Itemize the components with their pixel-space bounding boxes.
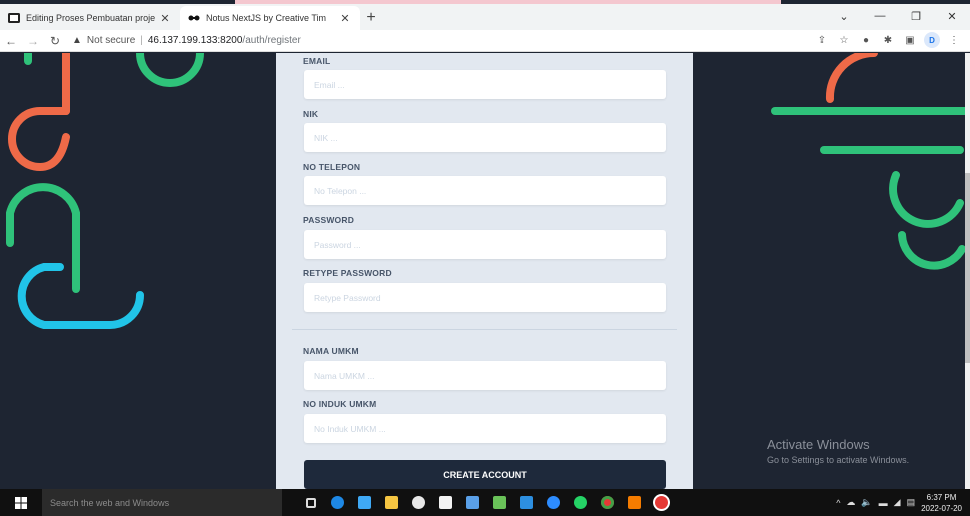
deco-green-left-loop bbox=[6, 183, 80, 293]
page-scrollbar[interactable] bbox=[965, 53, 970, 489]
vscode-icon[interactable] bbox=[513, 489, 540, 516]
deco-orange-right-arc bbox=[825, 53, 878, 103]
extension-icon[interactable]: ● bbox=[858, 32, 874, 48]
new-tab-button[interactable]: + bbox=[360, 6, 382, 30]
task-view-icon[interactable] bbox=[297, 489, 324, 516]
app-blue-icon[interactable] bbox=[459, 489, 486, 516]
activate-title: Activate Windows bbox=[767, 437, 870, 452]
close-tab-icon[interactable]: ✕ bbox=[338, 12, 352, 25]
clock-time: 6:37 PM bbox=[926, 492, 957, 502]
system-tray: ^ ☁ 🔈 ▬ ◢ ▤ 6:37 PM 2022-07-20 bbox=[836, 489, 962, 516]
shopping-bag-icon[interactable] bbox=[432, 489, 459, 516]
page-viewport: EMAIL Email ... NIK NIK ... NO TELEPON N… bbox=[0, 53, 965, 489]
file-explorer-icon[interactable] bbox=[378, 489, 405, 516]
xampp-icon[interactable] bbox=[621, 489, 648, 516]
tab-notus-nextjs[interactable]: Notus NextJS by Creative Tim ✕ bbox=[180, 6, 360, 30]
register-card: EMAIL Email ... NIK NIK ... NO TELEPON N… bbox=[276, 53, 693, 489]
profile-avatar[interactable]: D bbox=[924, 32, 940, 48]
tab-title: Notus NextJS by Creative Tim bbox=[206, 13, 327, 23]
security-label: Not secure bbox=[86, 35, 136, 46]
umkm-id-field[interactable]: No Induk UMKM ... bbox=[304, 414, 666, 443]
section-divider bbox=[292, 329, 677, 330]
retype-password-label: RETYPE PASSWORD bbox=[303, 268, 392, 278]
browser-toolbar: ← → ↻ ▲ Not secure | 46.137.199.133:8200… bbox=[0, 30, 970, 52]
scrollbar-thumb[interactable] bbox=[965, 173, 970, 363]
cloud-icon[interactable]: ☁ bbox=[846, 497, 855, 508]
volume-icon[interactable]: 🔈 bbox=[861, 497, 872, 508]
close-window-icon[interactable]: ✕ bbox=[934, 4, 970, 28]
zoom-icon[interactable] bbox=[540, 489, 567, 516]
notification-icon[interactable]: ▤ bbox=[907, 497, 916, 508]
deco-cyan-left-loop bbox=[17, 263, 144, 329]
bookmark-star-icon[interactable]: ☆ bbox=[836, 32, 852, 48]
windows-taskbar: Search the web and Windows ^ ☁ 🔈 ▬ ◢ ▤ 6… bbox=[0, 489, 970, 516]
toolbar-extensions: ⇪ ☆ ● ✱ ▣ D ⋮ bbox=[814, 32, 962, 48]
tab-title: Editing Proses Pembuatan proje bbox=[26, 13, 156, 23]
clock-date: 2022-07-20 bbox=[921, 503, 962, 513]
paint-icon[interactable] bbox=[405, 489, 432, 516]
tab-editing-proses[interactable]: Editing Proses Pembuatan proje ✕ bbox=[0, 6, 180, 30]
app-green-icon[interactable] bbox=[486, 489, 513, 516]
nik-label: NIK bbox=[303, 109, 319, 119]
nik-field[interactable]: NIK ... bbox=[304, 123, 666, 152]
close-tab-icon[interactable]: ✕ bbox=[158, 12, 172, 25]
reload-icon[interactable]: ↻ bbox=[44, 34, 66, 48]
activate-subtitle: Go to Settings to activate Windows. bbox=[767, 455, 910, 465]
phone-label: NO TELEPON bbox=[303, 162, 361, 172]
warning-icon[interactable]: ▲ bbox=[72, 35, 82, 46]
windows-start-icon[interactable] bbox=[0, 489, 42, 516]
battery-icon[interactable]: ▬ bbox=[879, 498, 888, 508]
password-field[interactable]: Password ... bbox=[304, 230, 666, 259]
deco-green-right-arc1 bbox=[889, 171, 964, 228]
side-panel-icon[interactable]: ▣ bbox=[902, 32, 918, 48]
menu-dots-icon[interactable]: ⋮ bbox=[946, 32, 962, 48]
email-field[interactable]: Email ... bbox=[304, 70, 666, 99]
retype-password-field[interactable]: Retype Password bbox=[304, 283, 666, 312]
network-icon[interactable]: ◢ bbox=[894, 497, 901, 508]
deco-orange-left-hook bbox=[8, 107, 70, 172]
record-icon[interactable] bbox=[648, 489, 675, 516]
forward-icon[interactable]: → bbox=[22, 34, 44, 48]
back-icon[interactable]: ← bbox=[0, 34, 22, 48]
umkm-name-field[interactable]: Nama UMKM ... bbox=[304, 361, 666, 390]
chrome-icon[interactable] bbox=[594, 489, 621, 516]
address-bar[interactable]: ▲ Not secure | 46.137.199.133:8200 /auth… bbox=[72, 32, 301, 50]
umkm-id-label: NO INDUK UMKM bbox=[303, 399, 377, 409]
taskbar-search-input[interactable]: Search the web and Windows bbox=[42, 489, 282, 516]
url-path: /auth/register bbox=[242, 35, 301, 46]
activate-windows-watermark: Activate Windows Go to Settings to activ… bbox=[767, 437, 909, 465]
password-label: PASSWORD bbox=[303, 215, 355, 225]
deco-green-right-arc2 bbox=[898, 231, 965, 270]
share-icon[interactable]: ⇪ bbox=[814, 32, 830, 48]
blog-editor-icon bbox=[8, 13, 20, 23]
minimize-icon[interactable]: — bbox=[862, 4, 898, 28]
browser-tab-strip: Editing Proses Pembuatan proje ✕ Notus N… bbox=[0, 4, 970, 30]
url-host: 46.137.199.133:8200 bbox=[147, 35, 243, 46]
phone-field[interactable]: No Telepon ... bbox=[304, 176, 666, 205]
taskbar-apps bbox=[297, 489, 675, 516]
taskbar-clock[interactable]: 6:37 PM 2022-07-20 bbox=[921, 492, 962, 514]
deco-green-top-arc bbox=[136, 53, 204, 87]
notus-logo-icon bbox=[188, 13, 200, 23]
window-controls: ⌄ — ❐ ✕ bbox=[826, 4, 970, 28]
tab-search-icon[interactable]: ⌄ bbox=[826, 4, 862, 28]
restore-icon[interactable]: ❐ bbox=[898, 4, 934, 28]
umkm-name-label: NAMA UMKM bbox=[303, 346, 359, 356]
store-icon[interactable] bbox=[351, 489, 378, 516]
create-account-button[interactable]: CREATE ACCOUNT bbox=[304, 460, 666, 489]
whatsapp-icon[interactable] bbox=[567, 489, 594, 516]
edge-icon[interactable] bbox=[324, 489, 351, 516]
tray-chevron-icon[interactable]: ^ bbox=[836, 498, 840, 508]
email-label: EMAIL bbox=[303, 56, 331, 66]
puzzle-icon[interactable]: ✱ bbox=[880, 32, 896, 48]
url-separator: | bbox=[140, 35, 143, 46]
